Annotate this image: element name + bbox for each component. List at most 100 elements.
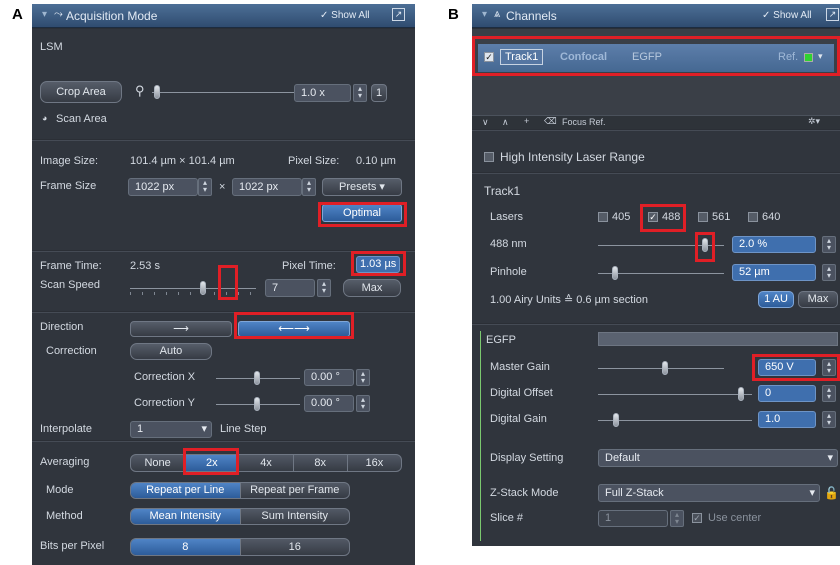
pinhole-spinner[interactable]: ▴ ▾	[822, 264, 836, 281]
display-setting-label: Display Setting	[490, 452, 564, 464]
bits-16[interactable]: 16	[241, 539, 350, 555]
laser-power-field[interactable]: 2.0 %	[732, 236, 816, 253]
presets-dropdown[interactable]: Presets ▾	[322, 178, 402, 196]
focus-ref-button[interactable]: Focus Ref.	[562, 117, 606, 127]
method-sum-intensity[interactable]: Sum Intensity	[241, 509, 350, 524]
panel-header[interactable]: ▾ ⩓ Channels ✓ Show All ↗	[472, 4, 840, 28]
averaging-4x[interactable]: 4x	[239, 455, 294, 471]
slice-field[interactable]: 1	[598, 510, 668, 527]
move-up-icon[interactable]: ∧	[502, 117, 509, 128]
scan-speed-spinner[interactable]: ▴ ▾	[317, 279, 331, 297]
method-label: Method	[46, 510, 83, 522]
digital-gain-label: Digital Gain	[490, 413, 547, 425]
direction-unidirectional[interactable]: ⟶	[130, 321, 232, 337]
zoom-field[interactable]: 1.0 x	[294, 84, 351, 102]
display-setting-dropdown[interactable]: Default ▾	[598, 449, 838, 467]
show-all-toggle[interactable]: ✓ Show All	[762, 10, 812, 21]
pinhole-max-button[interactable]: Max	[798, 291, 838, 308]
correction-y-spinner[interactable]: ▴ ▾	[356, 395, 370, 412]
correction-x-thumb[interactable]	[254, 371, 260, 385]
highlight-direction	[234, 312, 354, 339]
panel-header[interactable]: ▾ ⤳ Acquisition Mode ✓ Show All ↗	[32, 4, 415, 28]
times-sign: ×	[219, 181, 226, 193]
use-center-checkbox[interactable]: ✓	[692, 513, 702, 523]
frame-size-x-spinner[interactable]: ▴ ▾	[198, 178, 212, 196]
presets-label: Presets	[339, 181, 377, 193]
mode-repeat-per-line[interactable]: Repeat per Line	[131, 483, 241, 498]
mode-selector[interactable]: Repeat per Line Repeat per Frame	[130, 482, 350, 499]
interpolate-dropdown[interactable]: 1 ▾	[130, 421, 212, 438]
trash-icon[interactable]: ⌫	[544, 116, 557, 127]
correction-y-field[interactable]: 0.00 °	[304, 395, 354, 412]
collapse-chevron-icon[interactable]: ▾	[42, 9, 47, 20]
averaging-selector[interactable]: None 2x 4x 8x 16x	[130, 454, 402, 472]
max-speed-button[interactable]: Max	[343, 279, 401, 297]
one-au-button[interactable]: 1 AU	[758, 291, 794, 308]
undock-icon[interactable]: ↗	[826, 8, 839, 21]
crop-area-button[interactable]: Crop Area	[40, 81, 122, 103]
chevron-down-icon: ▾	[379, 181, 385, 193]
scan-speed-label: Scan Speed	[40, 279, 100, 291]
frame-size-y-field[interactable]: 1022 px	[232, 178, 302, 196]
expand-icon[interactable]: ◕	[42, 113, 47, 123]
scan-area-toggle[interactable]: Scan Area	[56, 113, 107, 125]
averaging-8x[interactable]: 8x	[294, 455, 348, 471]
pinhole-field[interactable]: 52 µm	[732, 264, 816, 281]
scan-speed-field[interactable]: 7	[265, 279, 315, 297]
digital-offset-spinner[interactable]: ▴ ▾	[822, 385, 836, 402]
pinhole-thumb[interactable]	[612, 266, 618, 280]
laser-640-checkbox[interactable]	[748, 212, 758, 222]
z-stack-mode-value: Full Z-Stack	[605, 487, 664, 499]
lock-icon[interactable]: 🔓	[824, 486, 839, 500]
method-mean-intensity[interactable]: Mean Intensity	[131, 509, 241, 524]
frame-size-y-spinner[interactable]: ▴ ▾	[302, 178, 316, 196]
digital-offset-thumb[interactable]	[738, 387, 744, 401]
master-gain-label: Master Gain	[490, 361, 550, 373]
bits-8[interactable]: 8	[131, 539, 241, 555]
zoom-spinner[interactable]: ▴ ▾	[353, 84, 367, 102]
correction-auto-button[interactable]: Auto	[130, 343, 212, 360]
show-all-toggle[interactable]: ✓ Show All	[320, 10, 370, 21]
method-selector[interactable]: Mean Intensity Sum Intensity	[130, 508, 350, 525]
bits-selector[interactable]: 8 16	[130, 538, 350, 556]
channels-icon: ⩓	[494, 8, 501, 20]
mode-repeat-per-frame[interactable]: Repeat per Frame	[241, 483, 350, 498]
high-intensity-checkbox[interactable]	[484, 152, 494, 162]
gear-icon[interactable]: ✲▾	[808, 116, 820, 127]
digital-offset-label: Digital Offset	[490, 387, 553, 399]
master-gain-thumb[interactable]	[662, 361, 668, 375]
laser-561-checkbox[interactable]	[698, 212, 708, 222]
z-stack-mode-dropdown[interactable]: Full Z-Stack ▾	[598, 484, 820, 502]
slice-label: Slice #	[490, 512, 524, 524]
digital-gain-spinner[interactable]: ▴ ▾	[822, 411, 836, 428]
averaging-none[interactable]: None	[131, 455, 186, 471]
scan-speed-slider-thumb[interactable]	[200, 281, 207, 295]
correction-x-spinner[interactable]: ▴ ▾	[356, 369, 370, 386]
zoom-icon: ⚲	[135, 83, 145, 98]
figure-label-a: A	[12, 6, 23, 23]
digital-gain-thumb[interactable]	[613, 413, 619, 427]
correction-x-field[interactable]: 0.00 °	[304, 369, 354, 386]
channel-name-field[interactable]	[598, 332, 838, 346]
highlight-laser-power	[695, 232, 715, 262]
move-down-icon[interactable]: ∨	[482, 117, 489, 128]
mode-label: LSM	[40, 41, 63, 53]
frame-size-x-field[interactable]: 1022 px	[128, 178, 198, 196]
laser-561-label: 561	[712, 211, 731, 223]
laser-power-spinner[interactable]: ▴ ▾	[822, 236, 836, 253]
correction-y-thumb[interactable]	[254, 397, 260, 411]
digital-gain-field[interactable]: 1.0	[758, 411, 816, 428]
undock-icon[interactable]: ↗	[392, 8, 405, 21]
interpolate-label: Interpolate	[40, 423, 92, 435]
zoom-slider-thumb[interactable]	[154, 85, 160, 99]
highlight-averaging	[183, 448, 239, 475]
laser-405-checkbox[interactable]	[598, 212, 608, 222]
add-icon[interactable]: +	[524, 116, 529, 126]
slice-spinner[interactable]: ▴ ▾	[670, 510, 684, 527]
bits-per-pixel-label: Bits per Pixel	[40, 540, 105, 552]
averaging-16x[interactable]: 16x	[348, 455, 401, 471]
digital-offset-field[interactable]: 0	[758, 385, 816, 402]
zoom-reset-button[interactable]: 1	[371, 84, 387, 102]
collapse-chevron-icon[interactable]: ▾	[482, 9, 487, 20]
averaging-label: Averaging	[40, 456, 90, 468]
